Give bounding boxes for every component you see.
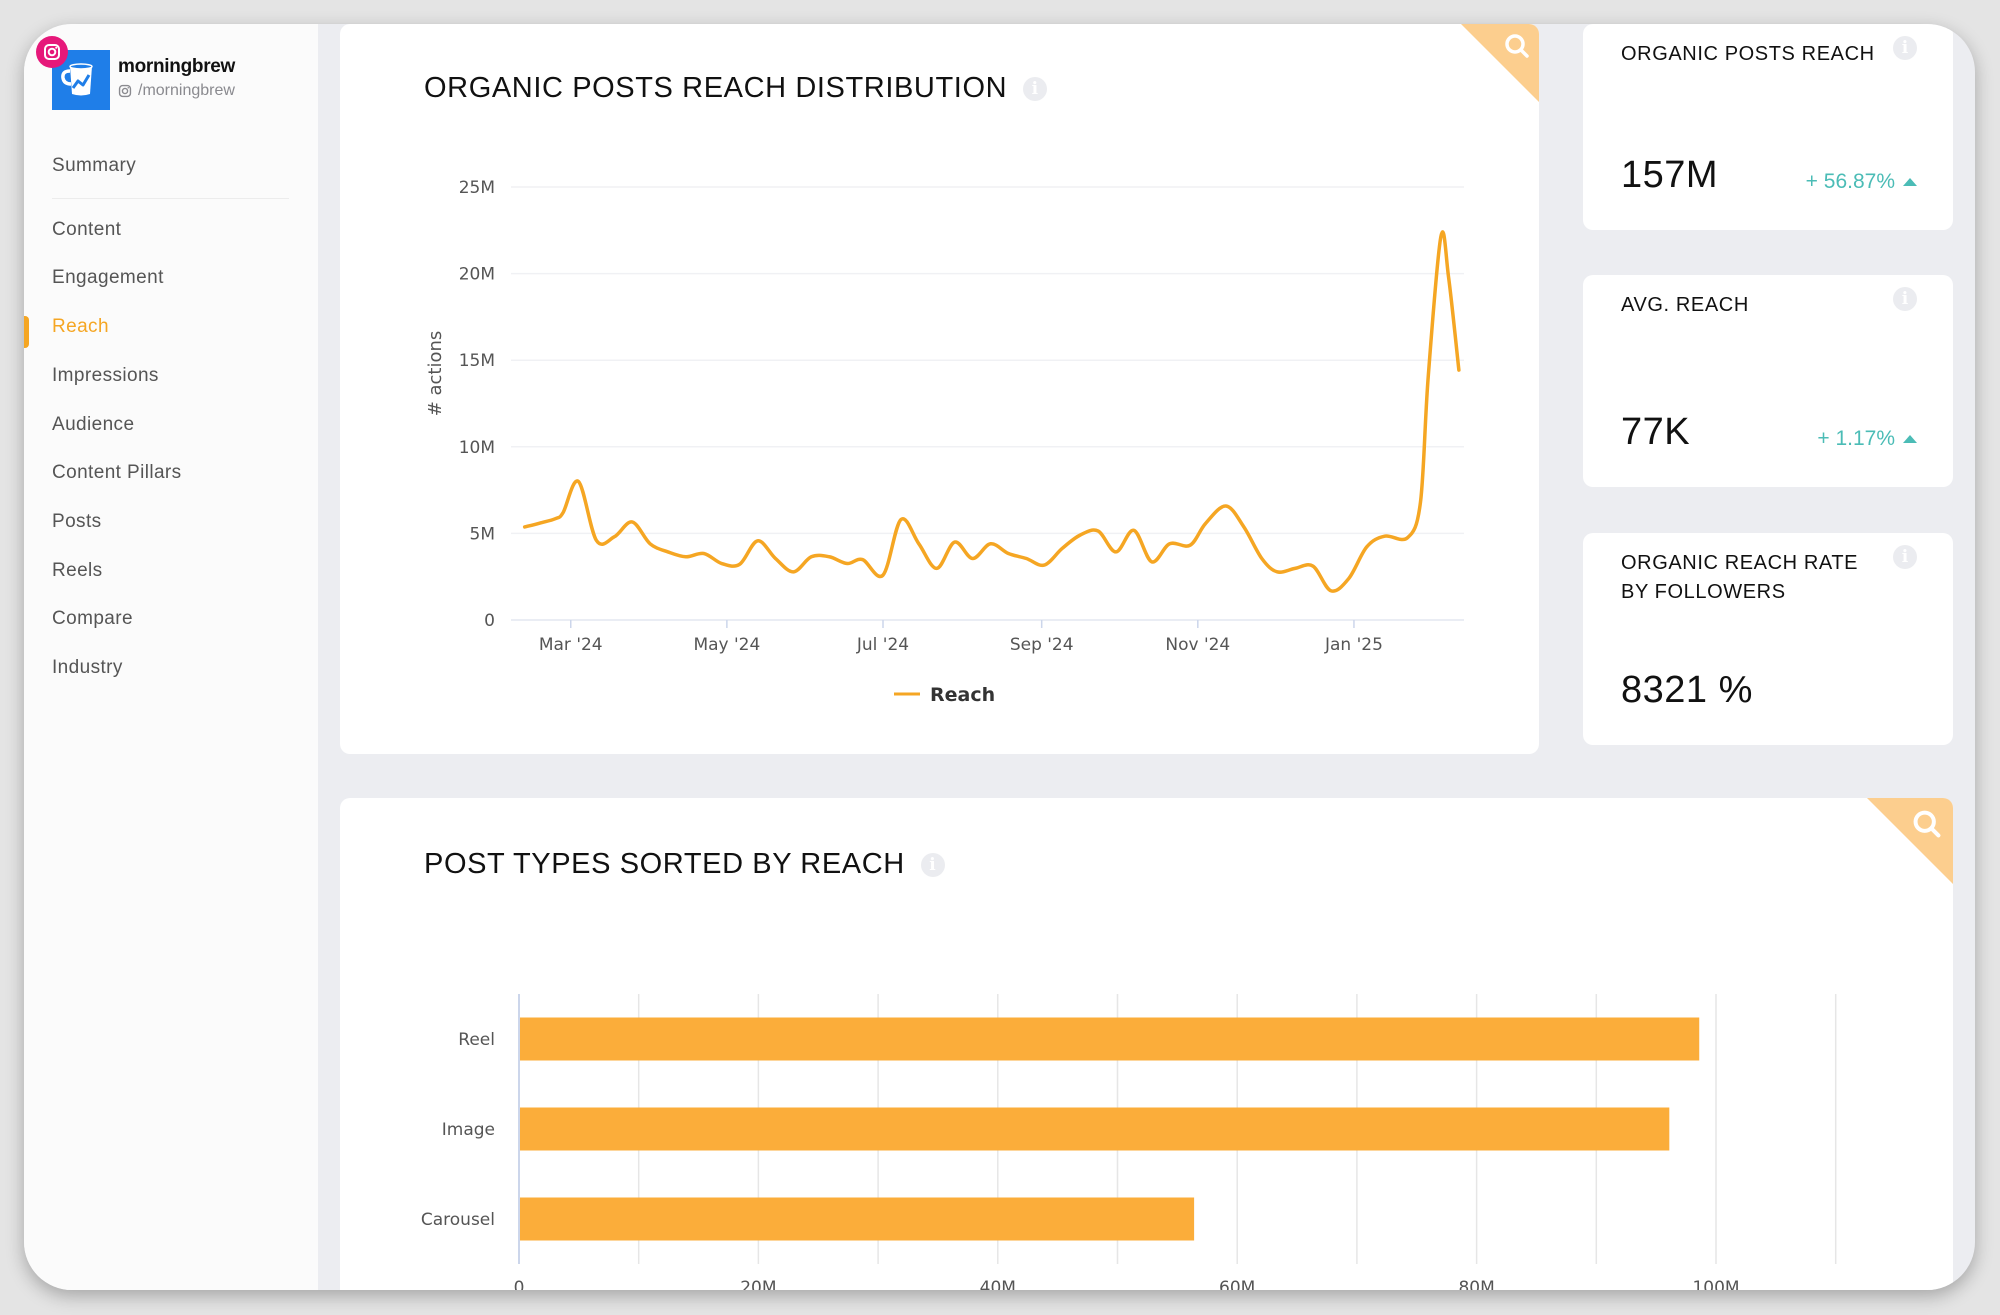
- sidebar-item-posts[interactable]: Posts: [52, 511, 102, 533]
- y-tick-label: 15M: [459, 351, 495, 371]
- nav-divider: [52, 198, 289, 199]
- kpi-change-text: + 1.17%: [1817, 427, 1895, 450]
- kpi-change: + 56.87%: [1806, 170, 1917, 194]
- kpi-title: ORGANIC POSTS REACH: [1621, 43, 1875, 65]
- post-types-card: POST TYPES SORTED BY REACH i 0 20M 40M 60M 8…: [340, 798, 1953, 1290]
- sidebar-item-impressions[interactable]: Impressions: [52, 365, 159, 387]
- profile-name: morningbrew: [118, 56, 236, 77]
- profile-handle-text: /morningbrew: [138, 82, 235, 99]
- app-window: morningbrew /morningbrew Summary Content…: [24, 24, 1975, 1290]
- kpi-value: 157M: [1621, 154, 1719, 196]
- sidebar-item-engagement[interactable]: Engagement: [52, 267, 164, 289]
- y-tick-label: 20M: [459, 265, 495, 285]
- sidebar-item-content-pillars[interactable]: Content Pillars: [52, 462, 182, 484]
- sidebar-item-summary[interactable]: Summary: [52, 155, 136, 177]
- instagram-badge-icon: [36, 36, 68, 68]
- instagram-icon: [118, 84, 132, 98]
- legend-reach-label: Reach: [930, 684, 995, 706]
- kpi-value: 77K: [1621, 411, 1691, 453]
- y-tick-label: 10M: [459, 438, 495, 458]
- sidebar-item-content[interactable]: Content: [52, 219, 121, 241]
- x-tick-label: 60M: [1219, 1278, 1255, 1290]
- info-icon[interactable]: i: [1893, 36, 1917, 60]
- kpi-title: AVG. REACH: [1621, 294, 1749, 316]
- bar-reel: [520, 1017, 1700, 1061]
- y-tick-label: 25M: [459, 178, 495, 198]
- sidebar-item-reach[interactable]: Reach: [52, 316, 109, 338]
- category-label: Image: [442, 1120, 495, 1140]
- x-tick-label: Mar '24: [539, 635, 603, 655]
- sidebar-item-compare[interactable]: Compare: [52, 608, 133, 630]
- x-tick-label: 0: [514, 1278, 525, 1290]
- bar-carousel: [520, 1197, 1195, 1241]
- post-types-bar-chart: 0 20M 40M 60M 80M 100M Reel Image Carousel: [421, 994, 1837, 1290]
- profile-handle[interactable]: /morningbrew: [118, 82, 235, 100]
- trend-up-icon: [1903, 178, 1917, 186]
- sidebar-item-reels[interactable]: Reels: [52, 560, 103, 582]
- x-tick-label: Jul '24: [856, 635, 909, 655]
- reach-series-line: [522, 230, 1461, 593]
- y-axis-label: # actions: [425, 331, 446, 417]
- category-label: Carousel: [421, 1210, 495, 1230]
- x-tick-label: Sep '24: [1010, 635, 1074, 655]
- sidebar: morningbrew /morningbrew Summary Content…: [24, 24, 318, 1290]
- reach-distribution-card: ORGANIC POSTS REACH DISTRIBUTION i 0 5M 10…: [340, 24, 1539, 754]
- info-icon[interactable]: i: [1893, 545, 1917, 569]
- kpi-card-avg-reach: AVG. REACH i 77K + 1.17%: [1583, 275, 1953, 487]
- sidebar-item-audience[interactable]: Audience: [52, 414, 134, 436]
- mug-logo-icon: [61, 63, 93, 96]
- kpi-card-organic-reach-rate: ORGANIC REACH RATE BY FOLLOWERS i 8321 %: [1583, 533, 1953, 745]
- x-tick-label: May '24: [693, 635, 760, 655]
- bar-image: [520, 1107, 1670, 1151]
- active-indicator: [24, 316, 29, 348]
- x-tick-label: 100M: [1692, 1278, 1739, 1290]
- y-tick-label: 0: [484, 611, 495, 631]
- kpi-change: + 1.17%: [1817, 427, 1917, 451]
- x-tick-label: 20M: [740, 1278, 776, 1290]
- x-tick-label: Jan '25: [1324, 635, 1383, 655]
- reach-line-chart: 0 5M 10M 15M 20M 25M Mar '24 May '24 Jul '24 Sep …: [425, 178, 1464, 706]
- kpi-change-text: + 56.87%: [1805, 170, 1895, 193]
- x-tick-label: 40M: [980, 1278, 1016, 1290]
- x-tick-label: 80M: [1458, 1278, 1494, 1290]
- trend-up-icon: [1903, 435, 1917, 443]
- kpi-title: ORGANIC REACH RATE BY FOLLOWERS: [1621, 552, 1859, 603]
- category-label: Reel: [458, 1030, 495, 1050]
- x-tick-label: Nov '24: [1165, 635, 1230, 655]
- sidebar-item-industry[interactable]: Industry: [52, 657, 123, 679]
- info-icon[interactable]: i: [1893, 287, 1917, 311]
- kpi-card-organic-posts-reach: ORGANIC POSTS REACH i 157M + 56.87%: [1583, 24, 1953, 230]
- kpi-value: 8321 %: [1621, 669, 1753, 711]
- y-tick-label: 5M: [470, 524, 495, 544]
